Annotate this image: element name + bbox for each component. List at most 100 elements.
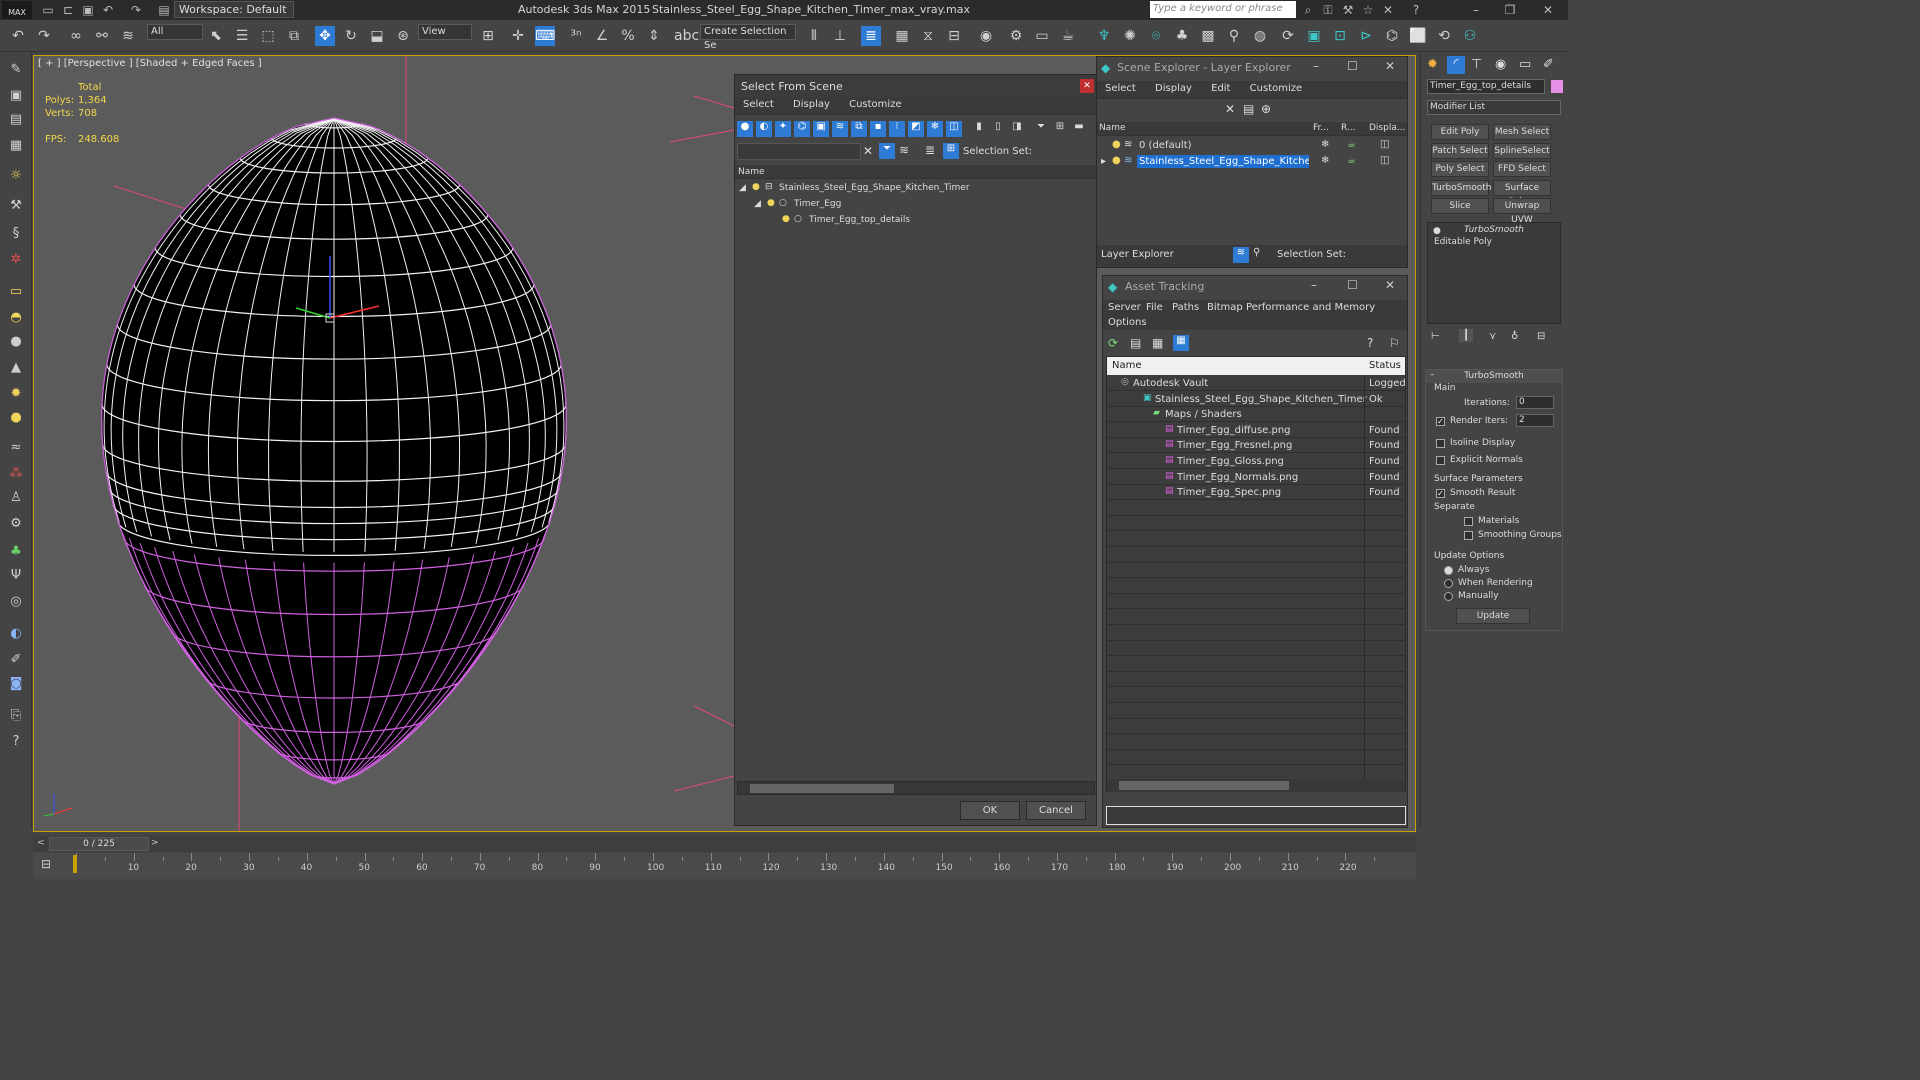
favorites-icon[interactable]: ☆: [1360, 2, 1376, 18]
cameras-filter-icon[interactable]: ⌬: [794, 121, 810, 137]
explicit-normals-checkbox[interactable]: [1436, 456, 1445, 465]
ball-icon[interactable]: ●: [6, 409, 26, 427]
menu-customize[interactable]: Customize: [1242, 81, 1311, 96]
layer-row-kitchen-timer[interactable]: ▸ ● ≋ Stainless_Steel_Egg_Shape_Kitchen_…: [1097, 154, 1407, 170]
render-production-icon[interactable]: ☕: [1058, 26, 1078, 46]
sphere-icon[interactable]: ●: [6, 333, 26, 351]
col-name[interactable]: Name: [1099, 123, 1126, 133]
bones-filter-icon[interactable]: ⁝: [889, 121, 905, 137]
find-input[interactable]: [1099, 102, 1223, 119]
close-icon[interactable]: ✕: [1385, 278, 1395, 292]
mini-curve-editor-icon[interactable]: ⊟: [41, 857, 51, 871]
hidden-filter-icon[interactable]: ◫: [946, 121, 962, 137]
reference-coordinate-dropdown[interactable]: View: [418, 24, 472, 40]
edit-named-selection-icon[interactable]: abc: [674, 26, 699, 46]
pin-stack-icon[interactable]: ⊢: [1431, 331, 1440, 342]
helix-icon[interactable]: §: [6, 225, 26, 243]
refresh-icon[interactable]: ⟳: [1278, 26, 1298, 46]
tree-item-root[interactable]: ◢ ● ⊟ Stainless_Steel_Egg_Shape_Kitchen_…: [735, 181, 1096, 197]
material-editor-icon[interactable]: ◉: [976, 26, 996, 46]
remove-modifier-icon[interactable]: ♁: [1511, 331, 1518, 342]
move-icon[interactable]: ✥: [315, 26, 335, 46]
align-icon[interactable]: ⊥: [830, 26, 850, 46]
clear-search-icon[interactable]: ✕: [1225, 102, 1235, 116]
expand-icon[interactable]: ◢: [754, 199, 761, 209]
rectangular-selection-icon[interactable]: ⬚: [258, 26, 278, 46]
network-icon[interactable]: ✲: [6, 251, 26, 269]
object-color-swatch[interactable]: [1551, 80, 1563, 93]
rendered-frame-icon[interactable]: ▭: [1032, 26, 1052, 46]
helpers-filter-icon[interactable]: ▣: [813, 121, 829, 137]
shell-icon[interactable]: ◎: [6, 593, 26, 611]
grid-icon[interactable]: ▦: [6, 137, 26, 155]
minimize-icon[interactable]: –: [1468, 2, 1484, 18]
time-slider-thumb[interactable]: 0 / 225: [49, 837, 149, 851]
find-input[interactable]: [737, 143, 861, 160]
close-icon[interactable]: ✕: [1080, 79, 1094, 93]
dome-icon[interactable]: ◓: [6, 309, 26, 327]
splineselect-button[interactable]: SplineSelect: [1493, 142, 1551, 159]
keyboard-shortcut-icon[interactable]: ⌨: [535, 26, 555, 46]
table-row[interactable]: ▣Stainless_Steel_Egg_Shape_Kitchen_Timer…: [1107, 393, 1405, 408]
minimize-icon[interactable]: –: [1311, 278, 1317, 292]
spinner-snap-icon[interactable]: ⇕: [644, 26, 664, 46]
rollout-collapse-icon[interactable]: –: [1430, 370, 1435, 380]
stack-item-turbosmooth[interactable]: TurboSmooth: [1464, 225, 1524, 235]
layers-view-icon[interactable]: ≋: [1233, 247, 1249, 263]
unlink-icon[interactable]: ⚯: [92, 26, 112, 46]
asset-table[interactable]: Name Status ◎ Autodesk Vault Logged ▣ Stainl…: [1106, 356, 1406, 792]
tree-item-timer-egg-top-details[interactable]: ● ○ Timer_Egg_top_details: [735, 213, 1096, 229]
table-row[interactable]: ▰ Maps / Shaders: [1107, 408, 1405, 423]
col-status[interactable]: Status: [1369, 360, 1401, 371]
brush-icon[interactable]: ✎: [6, 61, 26, 79]
clear-search-icon[interactable]: ✕: [863, 144, 873, 158]
freeze-icon[interactable]: ❄: [1321, 139, 1329, 150]
table-view-icon[interactable]: ▦: [1173, 335, 1189, 351]
slice-button[interactable]: Slice: [1431, 198, 1489, 215]
update-button[interactable]: Update: [1456, 608, 1530, 624]
groups-filter-icon[interactable]: ⧉: [851, 121, 867, 137]
exchange-icon[interactable]: ✕: [1380, 2, 1396, 18]
materials-checkbox[interactable]: [1464, 517, 1473, 526]
vfb-icon[interactable]: ▣: [1304, 26, 1324, 46]
help-icon[interactable]: ?: [6, 733, 26, 751]
frozen-filter-icon[interactable]: ❄: [927, 121, 943, 137]
tree-icon[interactable]: ♣: [1172, 26, 1192, 46]
manipulate-icon[interactable]: ✛: [508, 26, 528, 46]
undo-icon[interactable]: ↶: [100, 2, 116, 18]
particles-icon[interactable]: ⁂: [6, 465, 26, 483]
image-icon[interactable]: ▣: [6, 87, 26, 105]
open-icon[interactable]: ⊏: [60, 2, 76, 18]
undo-icon[interactable]: ↶: [8, 26, 28, 46]
hair-icon[interactable]: Ψ: [6, 567, 26, 585]
display-icon[interactable]: ◫: [1380, 139, 1389, 150]
track-bar[interactable]: ⊟ 10 20 30 40 50 60 70 80 90 100 110 120 130 140 150 16…: [33, 853, 1416, 879]
tree-item-timer-egg[interactable]: ◢ ● ○ Timer_Egg: [735, 197, 1096, 213]
render-iters-spinner[interactable]: 2: [1516, 414, 1554, 427]
plant-icon[interactable]: ♣: [6, 543, 26, 561]
create-tab-icon[interactable]: ✹: [1427, 57, 1438, 72]
isoline-display-checkbox[interactable]: [1436, 439, 1445, 448]
menu-server[interactable]: Server: [1108, 302, 1141, 313]
redo-icon[interactable]: ↷: [128, 2, 144, 18]
spacewarps-filter-icon[interactable]: ≋: [832, 121, 848, 137]
hierarchy-icon[interactable]: ⊞: [1052, 121, 1068, 137]
render-setup-icon[interactable]: ⚙: [1006, 26, 1026, 46]
modifier-stack[interactable]: ● TurboSmooth Editable Poly: [1427, 222, 1561, 324]
menu-display[interactable]: Display: [785, 97, 838, 112]
vray-light-icon[interactable]: ⌾: [1146, 26, 1166, 46]
hierarchy-view-icon[interactable]: ⚲: [1253, 247, 1260, 258]
viewport-label[interactable]: [ + ] [Perspective ] [Shaded + Edged Fac…: [38, 58, 262, 69]
rollout-header[interactable]: TurboSmooth: [1426, 370, 1562, 383]
display-icon[interactable]: ◙: [6, 675, 26, 693]
unwrap-uvw-button[interactable]: Unwrap UVW: [1493, 198, 1551, 225]
edit-icon[interactable]: ✐: [6, 651, 26, 669]
display-none-icon[interactable]: ▯: [990, 121, 1006, 137]
light-bulb-icon[interactable]: ●: [1112, 139, 1121, 150]
selection-filter-dropdown[interactable]: All: [147, 24, 203, 40]
list-icon[interactable]: ▤: [6, 111, 26, 129]
containers-filter-icon[interactable]: ◩: [908, 121, 924, 137]
ribbon-icon[interactable]: ▦: [892, 26, 912, 46]
new-icon[interactable]: ▭: [40, 2, 56, 18]
expand-icon[interactable]: ▸: [1101, 156, 1106, 167]
